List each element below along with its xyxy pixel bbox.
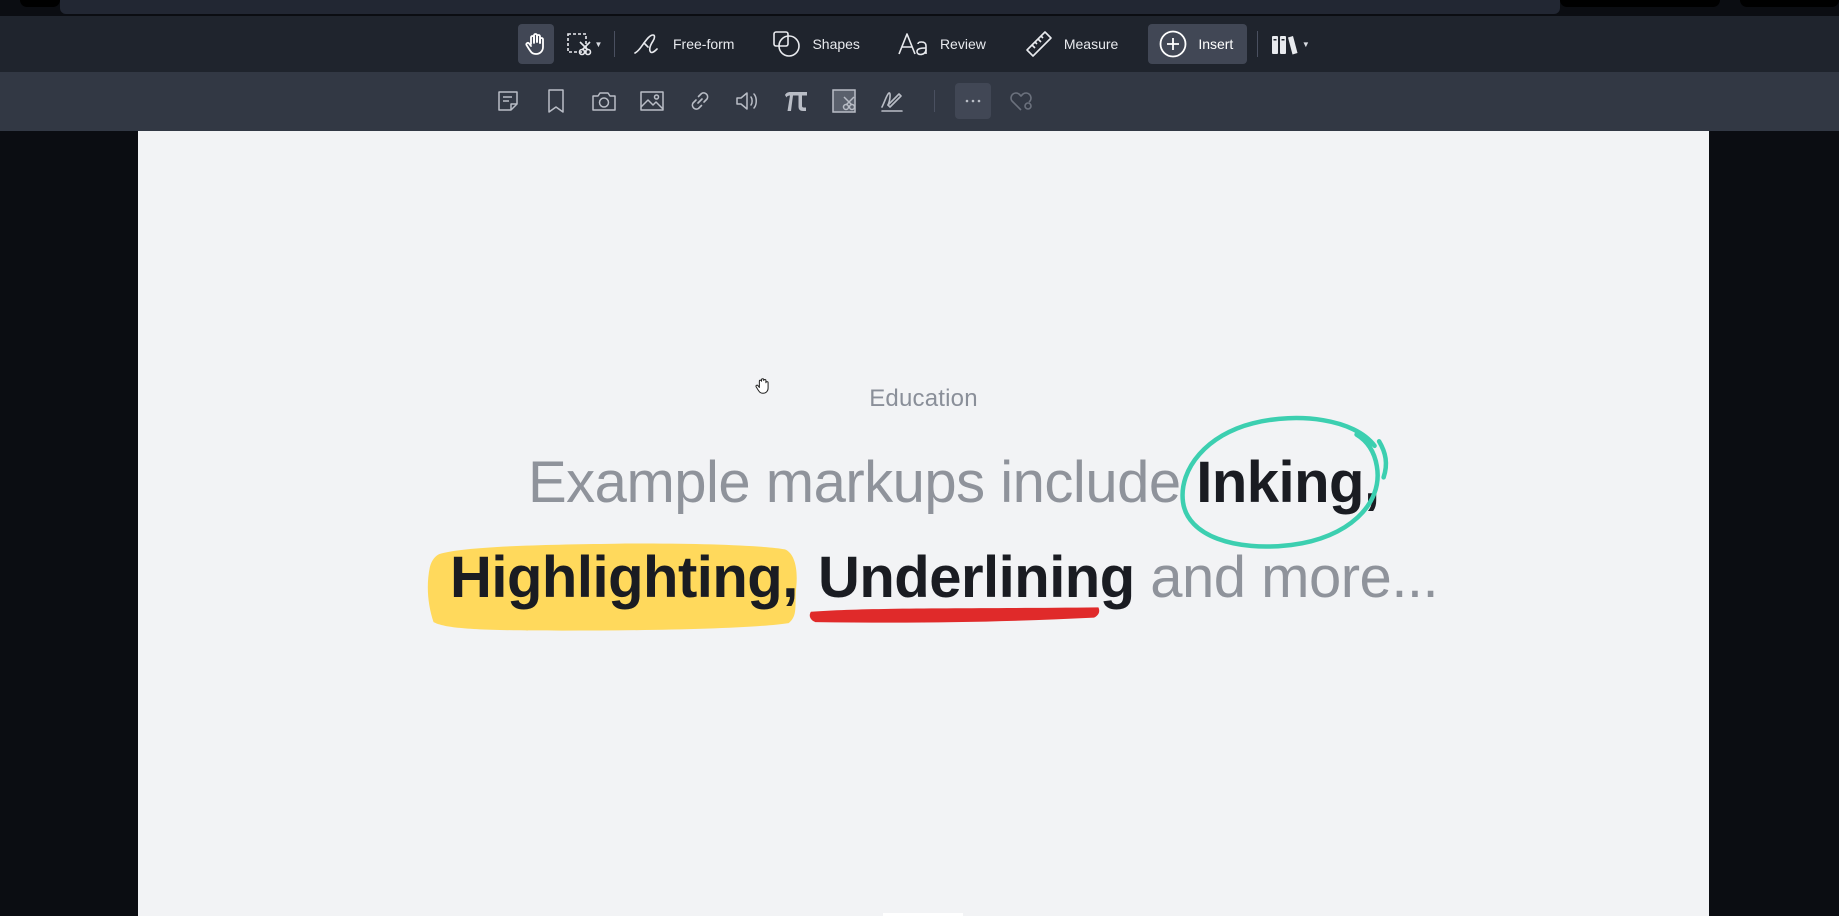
title-bar — [60, 0, 1560, 14]
image-icon — [640, 91, 664, 111]
highlighted-word-text: Highlighting, — [450, 545, 798, 610]
document-page[interactable]: Education Example markups include Inking… — [138, 131, 1709, 916]
underlined-word: Underlining — [809, 543, 1135, 623]
freeform-pen-icon — [634, 34, 658, 54]
headline-line-1: Example markups include Inking, — [528, 415, 1389, 549]
pi-icon — [785, 92, 807, 111]
signature-button[interactable] — [874, 83, 910, 119]
bookmark-icon — [548, 89, 564, 113]
toolbar-divider — [1257, 31, 1259, 57]
review-tool-button[interactable]: Review — [890, 24, 994, 64]
chevron-down-icon: ▼ — [594, 39, 603, 49]
toolbar-divider — [614, 31, 615, 57]
ruler-icon — [1026, 31, 1052, 57]
sticky-note-icon — [498, 91, 518, 111]
more-icon — [965, 99, 981, 103]
shapes-label: Shapes — [812, 36, 860, 52]
stamp-button[interactable] — [826, 83, 862, 119]
measure-tool-button[interactable]: Measure — [1016, 24, 1126, 64]
text-aa-icon — [898, 33, 927, 56]
review-label: Review — [939, 36, 986, 52]
insert-subtoolbar — [0, 72, 1839, 131]
inked-word: Inking, — [1180, 415, 1389, 549]
window-control[interactable] — [20, 0, 60, 7]
shapes-tool-button[interactable]: Shapes — [764, 24, 867, 64]
plus-circle-icon — [1159, 30, 1187, 58]
insert-label: Insert — [1198, 36, 1234, 52]
equation-button[interactable] — [778, 83, 814, 119]
link-button[interactable] — [682, 83, 718, 119]
bookmark-button[interactable] — [538, 83, 574, 119]
audio-speaker-icon — [736, 92, 757, 110]
hand-cursor-icon — [755, 377, 771, 400]
favorites-heart-icon — [1010, 92, 1032, 111]
underlined-word-text: Underlining — [817, 545, 1135, 610]
headline-text: Example markups include — [528, 450, 1197, 515]
select-crop-tool-button[interactable]: ▼ — [564, 24, 604, 64]
favorites-button[interactable] — [1003, 83, 1039, 119]
shapes-icon — [773, 31, 801, 57]
link-icon — [691, 92, 709, 110]
sticky-note-button[interactable] — [490, 83, 526, 119]
section-label: Education — [869, 385, 978, 412]
document-viewer[interactable]: Education Example markups include Inking… — [0, 131, 1839, 916]
stamp-icon — [832, 89, 856, 113]
inked-word-text: Inking, — [1196, 450, 1380, 515]
measure-label: Measure — [1063, 36, 1119, 52]
chevron-down-icon: ▼ — [1301, 39, 1310, 49]
audio-button[interactable] — [730, 83, 766, 119]
freeform-label: Free-form — [673, 36, 735, 52]
window-top-strip — [0, 0, 1839, 16]
books-icon — [1271, 36, 1298, 55]
image-button[interactable] — [634, 83, 670, 119]
window-control[interactable] — [1560, 0, 1720, 7]
headline-text: and more... — [1134, 545, 1439, 610]
camera-icon — [592, 92, 616, 111]
insert-tool-button[interactable]: Insert — [1148, 24, 1248, 64]
toolbar-divider — [934, 90, 935, 112]
headline-line-2: Highlighting, Underlining and more... — [427, 543, 1439, 631]
camera-button[interactable] — [586, 83, 622, 119]
more-button[interactable] — [955, 83, 991, 119]
window-control[interactable] — [1740, 0, 1839, 7]
main-toolbar: ▼ Free-form Shapes Review Measure Insert… — [0, 16, 1839, 72]
hand-icon — [525, 33, 544, 55]
select-scissors-icon — [566, 33, 591, 56]
library-tool-button[interactable]: ▼ — [1268, 24, 1312, 64]
signature-icon — [881, 92, 903, 112]
freeform-tool-button[interactable]: Free-form — [625, 24, 742, 64]
highlighted-word: Highlighting, — [427, 543, 798, 631]
hand-tool-button[interactable] — [518, 24, 554, 64]
